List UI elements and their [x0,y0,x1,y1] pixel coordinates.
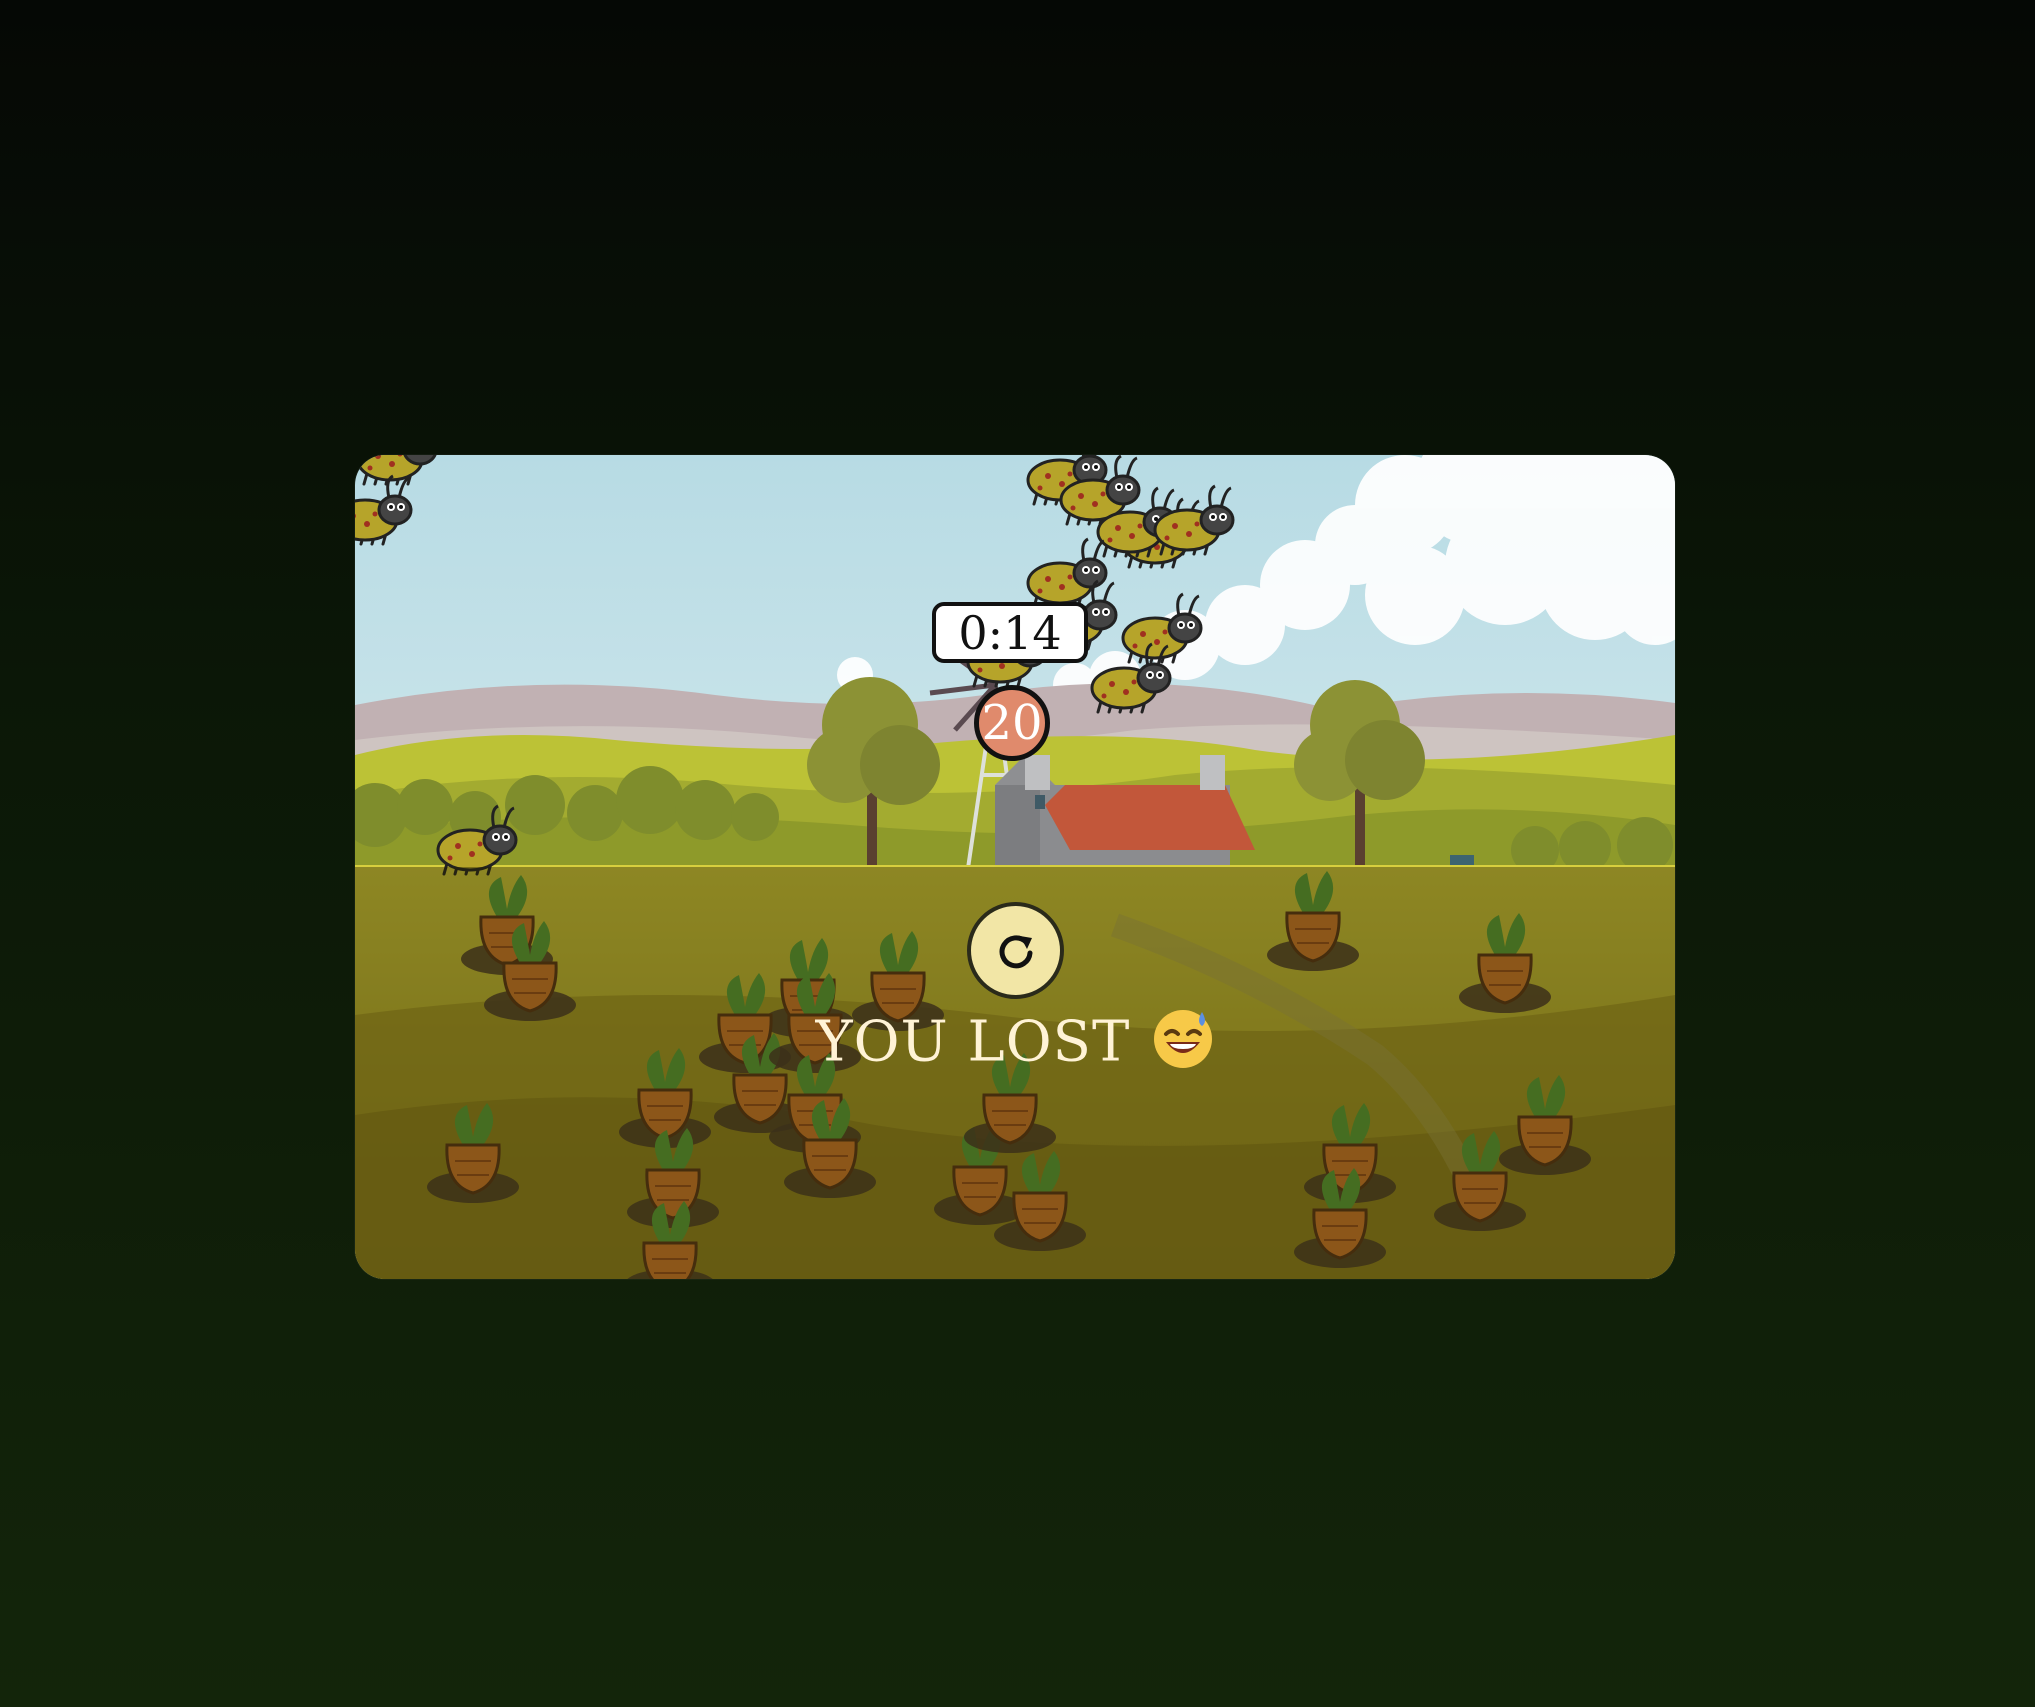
timer-text: 0:14 [958,605,1062,660]
game-over-message: YOU LOST [355,1008,1675,1084]
sweat-smile-emoji-icon [1152,1008,1214,1084]
restart-button[interactable] [967,902,1064,999]
restart-icon [999,934,1032,968]
score-badge: 20 [974,685,1050,761]
score-text: 20 [981,695,1043,751]
result-text: YOU LOST [815,1009,1131,1075]
game-board: 0:14 20 YOU LOST [355,455,1675,1279]
timer-display: 0:14 [932,602,1088,663]
